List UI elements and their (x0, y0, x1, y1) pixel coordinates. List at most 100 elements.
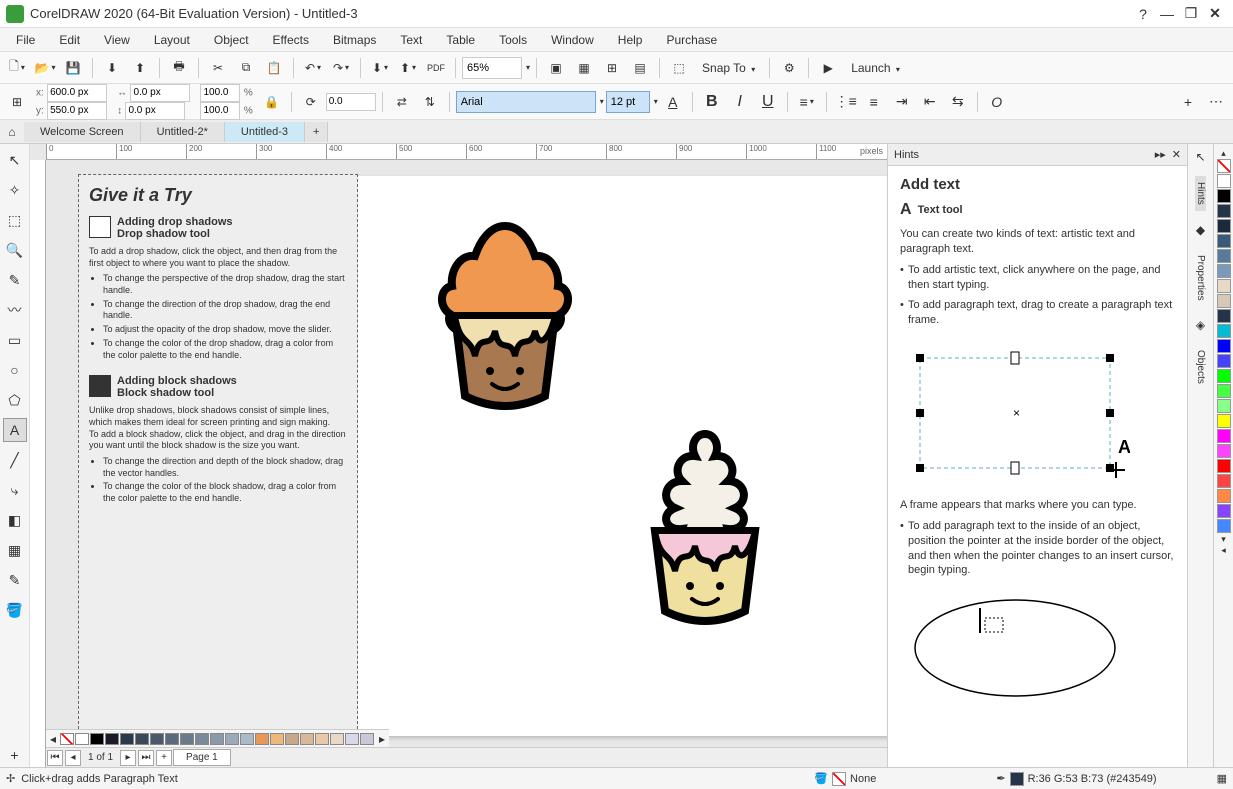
y-input[interactable] (47, 102, 107, 120)
menu-window[interactable]: Window (539, 30, 606, 50)
menu-tools[interactable]: Tools (487, 30, 539, 50)
page-first[interactable]: ⏮ (47, 750, 63, 766)
fullscreen-button[interactable]: ▣ (543, 55, 569, 81)
strip-swatch-0[interactable] (75, 733, 89, 745)
strip-nav-left[interactable]: ◂ (50, 732, 56, 746)
strip-swatch-7[interactable] (180, 733, 194, 745)
align-button[interactable]: ≡▾ (794, 89, 820, 115)
strip-noswatch[interactable] (60, 733, 74, 745)
vtab-hints[interactable]: Hints (1195, 176, 1206, 211)
new-button[interactable]: 🗋▾ (4, 55, 30, 81)
bullets-button[interactable]: ⋮≡ (833, 89, 859, 115)
lock-ratio-icon[interactable]: 🔒 (259, 89, 285, 115)
italic-button[interactable]: I (727, 89, 753, 115)
dropcap-button[interactable]: ≡ (861, 89, 887, 115)
cupcake-pink[interactable] (620, 426, 790, 636)
docker-expand-icon[interactable]: ↖ (1195, 150, 1205, 164)
page-canvas[interactable]: Give it a Try Adding drop shadows Drop s… (80, 176, 887, 736)
cloud-down-icon[interactable]: ⬇ (99, 55, 125, 81)
mirror-v-icon[interactable]: ⇅ (417, 89, 443, 115)
strip-swatch-12[interactable] (255, 733, 269, 745)
transparency-tool[interactable]: ▦ (3, 538, 27, 562)
strip-swatch-16[interactable] (315, 733, 329, 745)
close-icon[interactable]: ✕ (1203, 2, 1227, 26)
rectangle-tool[interactable]: ▭ (3, 328, 27, 352)
menu-purchase[interactable]: Purchase (654, 30, 729, 50)
palette-swatch-1[interactable] (1217, 189, 1231, 203)
palette-expand-icon[interactable]: ◂ (1221, 545, 1226, 556)
palette-swatch-5[interactable] (1217, 249, 1231, 263)
open-button[interactable]: 📂▾ (32, 55, 58, 81)
save-button[interactable]: 💾 (60, 55, 86, 81)
color-proof-icon[interactable]: ▦ (1217, 772, 1227, 785)
guides-button[interactable]: ▤ (627, 55, 653, 81)
strip-swatch-11[interactable] (240, 733, 254, 745)
mirror-h-icon[interactable]: ⇄ (389, 89, 415, 115)
strip-swatch-17[interactable] (330, 733, 344, 745)
outline-swatch[interactable] (1010, 772, 1024, 786)
maximize-icon[interactable]: ❐ (1179, 2, 1203, 26)
strip-swatch-18[interactable] (345, 733, 359, 745)
font-size-input[interactable] (606, 91, 650, 113)
export-button[interactable]: ⬆▾ (395, 55, 421, 81)
drop-shadow-tool[interactable]: ◧ (3, 508, 27, 532)
parallel-dim-tool[interactable]: ╱ (3, 448, 27, 472)
copy-button[interactable]: ⧉ (233, 55, 259, 81)
toolbox-add[interactable]: + (3, 743, 27, 767)
palette-swatch-14[interactable] (1217, 384, 1231, 398)
strip-swatch-3[interactable] (120, 733, 134, 745)
minimize-icon[interactable]: — (1155, 2, 1179, 26)
underline-style-icon[interactable]: A (660, 89, 686, 115)
strip-swatch-2[interactable] (105, 733, 119, 745)
strip-swatch-13[interactable] (270, 733, 284, 745)
menu-layout[interactable]: Layout (142, 30, 202, 50)
no-color-swatch[interactable] (1217, 159, 1231, 173)
crop-tool[interactable]: ⬚ (3, 208, 27, 232)
x-input[interactable] (47, 84, 107, 102)
options-button[interactable]: ⚙ (776, 55, 802, 81)
rotation-input[interactable] (326, 93, 376, 111)
more-button[interactable]: ⋯ (1203, 89, 1229, 115)
new-tab-button[interactable]: + (305, 122, 328, 142)
palette-swatch-6[interactable] (1217, 264, 1231, 278)
cupcake-orange[interactable] (420, 216, 590, 426)
menu-text[interactable]: Text (388, 30, 434, 50)
cloud-up-icon[interactable]: ⬆ (127, 55, 153, 81)
home-icon[interactable]: ⌂ (0, 120, 24, 144)
page-next[interactable]: ▸ (120, 750, 136, 766)
scale-x-input[interactable] (200, 84, 240, 102)
menu-table[interactable]: Table (434, 30, 487, 50)
vtab-objects[interactable]: Objects (1195, 344, 1206, 390)
palette-swatch-22[interactable] (1217, 504, 1231, 518)
objects-icon[interactable]: ◈ (1196, 318, 1205, 332)
pick-tool[interactable]: ↖ (3, 148, 27, 172)
strip-swatch-8[interactable] (195, 733, 209, 745)
ellipse-tool[interactable]: ○ (3, 358, 27, 382)
fill-swatch[interactable] (832, 772, 846, 786)
underline-button[interactable]: U (755, 89, 781, 115)
freehand-tool[interactable]: ✎ (3, 268, 27, 292)
scale-y-input[interactable] (200, 102, 240, 120)
properties-icon[interactable]: ◆ (1196, 223, 1205, 237)
launch-icon[interactable]: ▶ (815, 55, 841, 81)
menu-file[interactable]: File (4, 30, 47, 50)
palette-swatch-0[interactable] (1217, 174, 1231, 188)
palette-swatch-23[interactable] (1217, 519, 1231, 533)
grid-button[interactable]: ⊞ (599, 55, 625, 81)
strip-swatch-5[interactable] (150, 733, 164, 745)
menu-object[interactable]: Object (202, 30, 261, 50)
palette-swatch-19[interactable] (1217, 459, 1231, 473)
zoom-tool[interactable]: 🔍 (3, 238, 27, 262)
palette-swatch-4[interactable] (1217, 234, 1231, 248)
strip-swatch-14[interactable] (285, 733, 299, 745)
tab-button[interactable]: ⇆ (945, 89, 971, 115)
page-tab[interactable]: Page 1 (173, 749, 231, 766)
strip-swatch-6[interactable] (165, 733, 179, 745)
eyedropper-tool[interactable]: ✎ (3, 568, 27, 592)
palette-swatch-11[interactable] (1217, 339, 1231, 353)
fill-tool[interactable]: 🪣 (3, 598, 27, 622)
strip-swatch-10[interactable] (225, 733, 239, 745)
menu-edit[interactable]: Edit (47, 30, 92, 50)
vtab-properties[interactable]: Properties (1195, 249, 1206, 307)
import-button[interactable]: ⬇▾ (367, 55, 393, 81)
